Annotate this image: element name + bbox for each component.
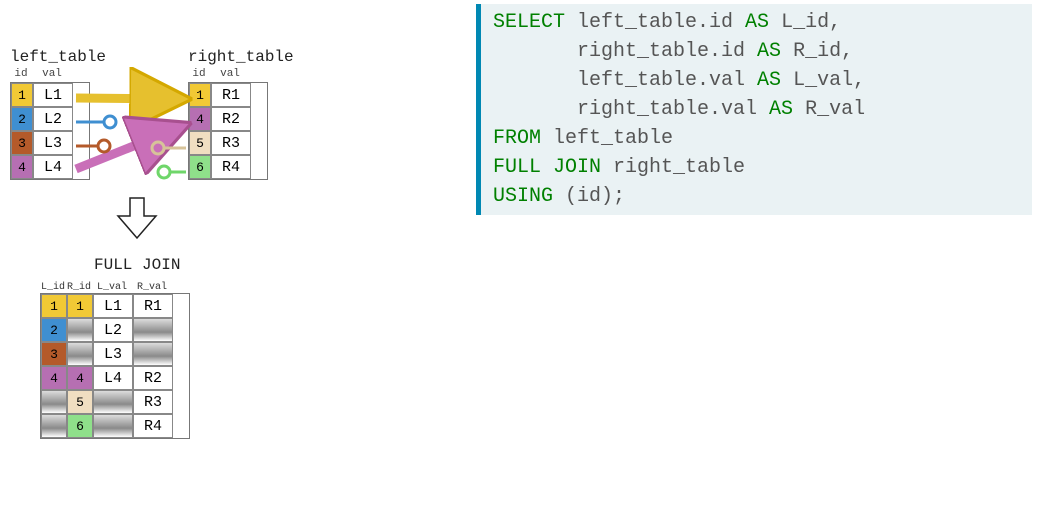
- id-cell: 1: [11, 83, 33, 107]
- l-id-cell: 4: [41, 366, 67, 390]
- sql-keyword: AS: [745, 11, 769, 34]
- l-val-cell: L2: [93, 318, 133, 342]
- table-row: 11L1R1: [41, 294, 189, 318]
- l-id-cell: 2: [41, 318, 67, 342]
- result-table-body: 11L1R12L23L344L4R25R36R4: [40, 293, 190, 439]
- left-table: left_table id val 1L12L23L34L4: [10, 48, 90, 180]
- table-row: 3L3: [11, 131, 89, 155]
- right-table: right_table id val 1R14R25R36R4: [188, 48, 268, 180]
- r-val-cell: [133, 342, 173, 366]
- table-row: 5R3: [189, 131, 267, 155]
- sql-text: L_val,: [781, 69, 865, 92]
- sql-keyword: AS: [757, 40, 781, 63]
- id-cell: 2: [11, 107, 33, 131]
- id-cell: 3: [11, 131, 33, 155]
- sql-keyword: FULL JOIN: [493, 156, 601, 179]
- sql-keyword: AS: [769, 98, 793, 121]
- l-id-cell: [41, 390, 67, 414]
- val-cell: R3: [211, 131, 251, 155]
- l-id-cell: 1: [41, 294, 67, 318]
- table-row: 44L4R2: [41, 366, 189, 390]
- table-row: 4L4: [11, 155, 89, 179]
- table-row: 3 L3: [41, 342, 189, 366]
- id-cell: 4: [11, 155, 33, 179]
- sql-text: R_val: [793, 98, 865, 121]
- l-val-cell: [93, 414, 133, 438]
- right-table-title: right_table: [188, 48, 268, 66]
- sql-text: right_table: [601, 156, 745, 179]
- col-header: R_id: [66, 282, 92, 293]
- sql-text: left_table.val: [493, 69, 757, 92]
- r-id-cell: [67, 318, 93, 342]
- down-arrow-icon: [112, 196, 162, 246]
- col-header: L_val: [92, 282, 132, 293]
- sql-keyword: USING: [493, 185, 553, 208]
- val-cell: R4: [211, 155, 251, 179]
- r-id-cell: 1: [67, 294, 93, 318]
- table-row: 6 R4: [41, 414, 189, 438]
- col-header: id: [10, 68, 32, 80]
- sql-keyword: FROM: [493, 127, 541, 150]
- val-cell: L1: [33, 83, 73, 107]
- table-row: 1R1: [189, 83, 267, 107]
- r-id-cell: 4: [67, 366, 93, 390]
- l-val-cell: L1: [93, 294, 133, 318]
- sql-keyword: AS: [757, 69, 781, 92]
- result-col-headers: L_id R_id L_val R_val: [40, 282, 190, 293]
- sql-code-block: SELECT left_table.id AS L_id, right_tabl…: [476, 4, 1032, 215]
- table-row: 2 L2: [41, 318, 189, 342]
- table-row: 6R4: [189, 155, 267, 179]
- r-val-cell: R2: [133, 366, 173, 390]
- col-header: R_val: [132, 282, 172, 293]
- val-cell: L3: [33, 131, 73, 155]
- sql-keyword: SELECT: [493, 11, 565, 34]
- r-val-cell: R1: [133, 294, 173, 318]
- col-header: val: [32, 68, 72, 80]
- val-cell: R1: [211, 83, 251, 107]
- left-table-body: 1L12L23L34L4: [10, 82, 90, 180]
- l-id-cell: [41, 414, 67, 438]
- col-header: val: [210, 68, 250, 80]
- sql-text: right_table.val: [493, 98, 769, 121]
- sql-text: R_id,: [781, 40, 853, 63]
- val-cell: L4: [33, 155, 73, 179]
- join-label: FULL JOIN: [94, 256, 180, 274]
- result-table: L_id R_id L_val R_val 11L1R12L23L344L4R2…: [40, 282, 190, 439]
- sql-text: left_table: [541, 127, 673, 150]
- l-val-cell: [93, 390, 133, 414]
- r-id-cell: 6: [67, 414, 93, 438]
- left-table-title: left_table: [10, 48, 90, 66]
- r-val-cell: R4: [133, 414, 173, 438]
- r-val-cell: R3: [133, 390, 173, 414]
- r-id-cell: [67, 342, 93, 366]
- id-cell: 4: [189, 107, 211, 131]
- table-row: 1L1: [11, 83, 89, 107]
- l-val-cell: L4: [93, 366, 133, 390]
- table-row: 2L2: [11, 107, 89, 131]
- sql-text: L_id,: [769, 11, 841, 34]
- sql-text: left_table.id: [565, 11, 745, 34]
- val-cell: L2: [33, 107, 73, 131]
- sql-text: (id);: [553, 185, 625, 208]
- table-row: 5 R3: [41, 390, 189, 414]
- id-cell: 6: [189, 155, 211, 179]
- l-val-cell: L3: [93, 342, 133, 366]
- r-val-cell: [133, 318, 173, 342]
- table-row: 4R2: [189, 107, 267, 131]
- col-header: L_id: [40, 282, 66, 293]
- col-header: id: [188, 68, 210, 80]
- val-cell: R2: [211, 107, 251, 131]
- sql-text: right_table.id: [493, 40, 757, 63]
- right-table-body: 1R14R25R36R4: [188, 82, 268, 180]
- r-id-cell: 5: [67, 390, 93, 414]
- l-id-cell: 3: [41, 342, 67, 366]
- id-cell: 5: [189, 131, 211, 155]
- id-cell: 1: [189, 83, 211, 107]
